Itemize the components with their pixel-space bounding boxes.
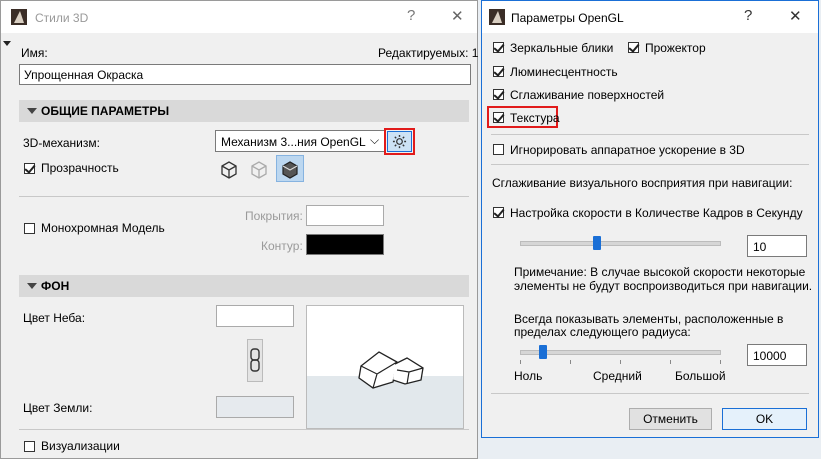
luminescence-checkbox[interactable] bbox=[493, 66, 504, 77]
background-title: ФОН bbox=[41, 279, 70, 293]
transparency-checkbox[interactable] bbox=[24, 163, 35, 174]
note-line-2: элементы не будут воспроизводиться при н… bbox=[514, 279, 813, 293]
nav-smoothing-label: Сглаживание визуального восприятия при н… bbox=[492, 176, 793, 190]
texture-label[interactable]: Текстура bbox=[510, 111, 560, 125]
fps-slider-thumb[interactable] bbox=[593, 236, 601, 250]
close-button[interactable]: ✕ bbox=[451, 7, 464, 25]
opengl-title: Параметры OpenGL bbox=[511, 11, 624, 25]
opengl-titlebar[interactable]: Параметры OpenGL ? ✕ bbox=[482, 1, 818, 33]
renderings-label[interactable]: Визуализации bbox=[41, 439, 120, 453]
tick-mark bbox=[720, 360, 721, 364]
general-params-header[interactable]: ОБЩИЕ ПАРАМЕТРЫ bbox=[19, 100, 469, 122]
cancel-button[interactable]: Отменить bbox=[629, 408, 712, 430]
collapse-arrow-icon[interactable] bbox=[3, 41, 11, 46]
background-preview bbox=[306, 305, 464, 429]
divider bbox=[491, 393, 809, 394]
ground-color-swatch[interactable] bbox=[216, 396, 294, 418]
radius-slider-track bbox=[520, 350, 721, 355]
styles-3d-title: Стили 3D bbox=[35, 11, 89, 25]
help-button[interactable]: ? bbox=[744, 7, 752, 24]
fps-value-field[interactable]: 10 bbox=[747, 235, 807, 257]
general-params-title: ОБЩИЕ ПАРАМЕТРЫ bbox=[41, 104, 170, 118]
archicad-app-icon bbox=[489, 9, 505, 25]
divider bbox=[19, 429, 469, 430]
contour-color-swatch[interactable] bbox=[306, 234, 384, 255]
expand-triangle-icon bbox=[27, 283, 37, 289]
fps-slider-track bbox=[520, 241, 721, 246]
specular-checkbox[interactable] bbox=[493, 42, 504, 53]
archicad-app-icon bbox=[11, 9, 27, 25]
editable-count: Редактируемых: 1 bbox=[378, 46, 479, 60]
sky-color-swatch[interactable] bbox=[216, 305, 294, 327]
surface-smoothing-checkbox[interactable] bbox=[493, 89, 504, 100]
ground-color-label: Цвет Земли: bbox=[23, 401, 93, 415]
engine-value: Механизм 3...ния OpenGL bbox=[221, 135, 366, 149]
renderings-checkbox[interactable] bbox=[24, 441, 35, 452]
specular-label[interactable]: Зеркальные блики bbox=[510, 41, 613, 55]
ok-button[interactable]: OK bbox=[722, 408, 807, 430]
radius-value: 10000 bbox=[753, 349, 787, 363]
close-button[interactable]: ✕ bbox=[789, 7, 802, 25]
spotlight-checkbox[interactable] bbox=[628, 42, 639, 53]
mono-model-label[interactable]: Монохромная Модель bbox=[41, 221, 165, 235]
engine-select[interactable]: Механизм 3...ния OpenGL ⌵ bbox=[215, 130, 385, 152]
fps-slider[interactable] bbox=[520, 235, 721, 253]
help-button[interactable]: ? bbox=[407, 7, 415, 24]
scale-mid-label: Средний bbox=[593, 369, 642, 383]
fps-label[interactable]: Настройка скорости в Количестве Кадров в… bbox=[510, 206, 803, 220]
background-header[interactable]: ФОН bbox=[19, 275, 469, 297]
ignore-hw-accel-label[interactable]: Игнорировать аппаратное ускорение в 3D bbox=[510, 143, 745, 157]
fps-value: 10 bbox=[753, 240, 767, 254]
link-colors-button[interactable] bbox=[247, 339, 263, 382]
opengl-settings-button[interactable] bbox=[387, 131, 412, 152]
tick-mark bbox=[670, 360, 671, 364]
styles-3d-dialog: Стили 3D ? ✕ Имя: Редактируемых: 1 Упрощ… bbox=[0, 0, 478, 459]
surfaces-label: Покрытия: bbox=[245, 209, 303, 223]
view-mode-shaded-button[interactable] bbox=[276, 155, 304, 182]
radius-line-1: Всегда показывать элементы, расположенны… bbox=[514, 312, 784, 326]
mono-model-checkbox[interactable] bbox=[24, 223, 35, 234]
tick-mark bbox=[520, 360, 521, 364]
name-field[interactable]: Упрощенная Окраска bbox=[19, 64, 471, 85]
expand-triangle-icon bbox=[27, 108, 37, 114]
divider bbox=[491, 134, 809, 135]
surfaces-color-swatch[interactable] bbox=[306, 205, 384, 226]
view-mode-wireframe-icon[interactable] bbox=[219, 159, 239, 179]
radius-value-field[interactable]: 10000 bbox=[747, 344, 807, 366]
contour-label: Контур: bbox=[261, 239, 303, 253]
sky-color-label: Цвет Неба: bbox=[23, 311, 86, 325]
fps-checkbox[interactable] bbox=[493, 207, 504, 218]
transparency-label[interactable]: Прозрачность bbox=[41, 161, 119, 175]
scale-low-label: Ноль bbox=[514, 369, 543, 383]
opengl-params-dialog: Параметры OpenGL ? ✕ Зеркальные блики Пр… bbox=[481, 0, 819, 438]
tick-mark bbox=[620, 360, 621, 364]
styles-3d-titlebar[interactable]: Стили 3D ? ✕ bbox=[1, 1, 477, 33]
note-line-1: Примечание: В случае высокой скорости не… bbox=[514, 265, 806, 279]
chevron-down-icon: ⌵ bbox=[370, 133, 380, 147]
radius-slider-thumb[interactable] bbox=[539, 345, 547, 359]
view-mode-hidden-icon[interactable] bbox=[249, 159, 269, 179]
name-label: Имя: bbox=[21, 46, 48, 60]
house-model-icon bbox=[358, 351, 424, 389]
engine-label: 3D-механизм: bbox=[23, 136, 100, 150]
radius-slider[interactable] bbox=[520, 344, 721, 366]
radius-line-2: пределах следующего радиуса: bbox=[514, 325, 691, 339]
divider bbox=[491, 164, 809, 165]
scale-high-label: Большой bbox=[675, 369, 726, 383]
tick-mark bbox=[570, 360, 571, 364]
luminescence-label[interactable]: Люминесцентность bbox=[510, 65, 618, 79]
spotlight-label[interactable]: Прожектор bbox=[645, 41, 706, 55]
view-mode-shaded-icon bbox=[282, 161, 298, 179]
name-value: Упрощенная Окраска bbox=[24, 68, 144, 82]
divider bbox=[19, 196, 469, 197]
gear-icon bbox=[392, 134, 407, 149]
texture-checkbox[interactable] bbox=[493, 112, 504, 123]
chain-link-icon bbox=[250, 348, 260, 372]
surface-smoothing-label[interactable]: Сглаживание поверхностей bbox=[510, 88, 664, 102]
ignore-hw-accel-checkbox[interactable] bbox=[493, 144, 504, 155]
